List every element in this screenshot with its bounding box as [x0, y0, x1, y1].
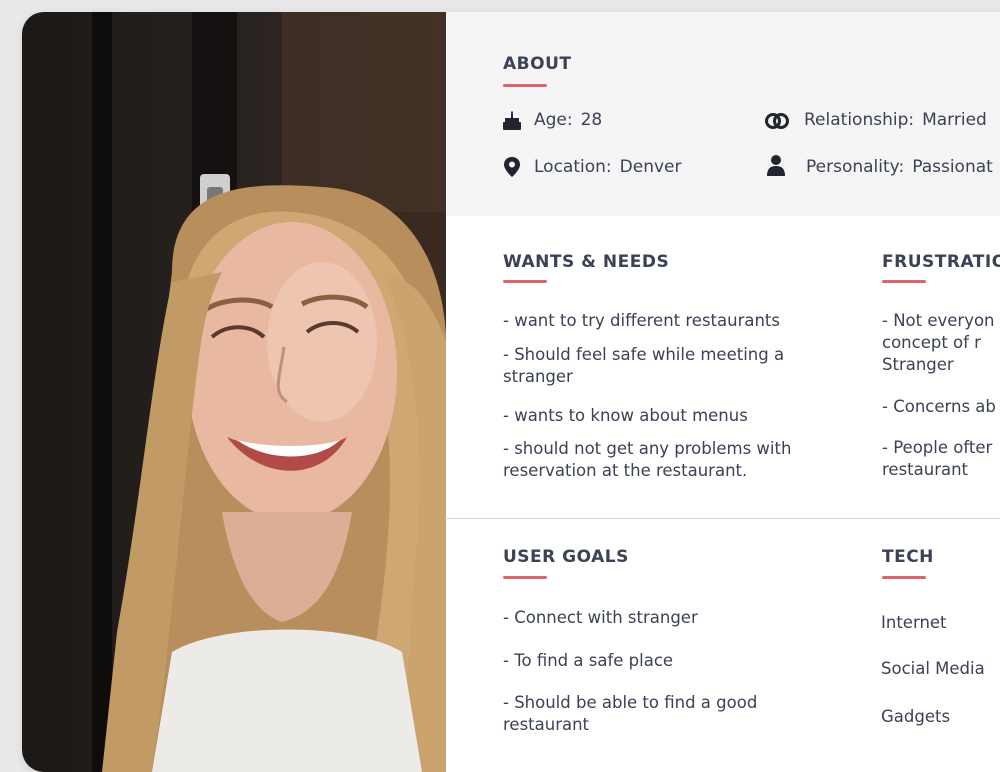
tech-item: Internet	[881, 613, 947, 632]
frustrations-underline	[882, 280, 926, 283]
persona-photo-illustration	[92, 12, 446, 772]
age-attribute: Age: 28	[534, 110, 602, 130]
location-label: Location:	[534, 157, 612, 177]
frustrations-item: - Not everyon concept of r Stranger	[882, 311, 995, 374]
relationship-value: Married	[922, 110, 987, 130]
wants-item: - want to try different restaurants	[503, 311, 780, 330]
person-icon	[767, 155, 785, 176]
wants-needs-underline	[503, 280, 547, 283]
relationship-label: Relationship:	[804, 110, 915, 130]
frustrations-item: - People ofter restaurant	[882, 438, 993, 479]
age-value: 28	[580, 110, 603, 130]
persona-photo	[22, 12, 446, 772]
frustrations-item: - Concerns ab	[882, 397, 996, 416]
goals-item: - Should be able to find a good restaura…	[503, 693, 758, 734]
user-goals-title: USER GOALS	[503, 547, 629, 567]
location-attribute: Location: Denver	[534, 157, 681, 177]
section-divider	[445, 518, 1000, 519]
goals-item: - To find a safe place	[503, 651, 674, 670]
content-panel	[446, 216, 1000, 772]
personality-attribute: Personality: Passionat	[806, 157, 993, 177]
frustrations-title: FRUSTRATION	[882, 252, 1000, 272]
user-goals-underline	[503, 576, 547, 579]
wants-item: - should not get any problems with reser…	[503, 439, 792, 480]
wants-item: - Should feel safe while meeting a stran…	[503, 345, 785, 386]
location-pin-icon	[504, 157, 520, 177]
about-underline	[503, 84, 547, 87]
goals-item: - Connect with stranger	[503, 608, 698, 627]
personality-label: Personality:	[806, 157, 905, 177]
wants-needs-title: WANTS & NEEDS	[503, 252, 670, 272]
tech-underline	[882, 576, 926, 579]
relationship-attribute: Relationship: Married	[804, 110, 987, 130]
tech-item: Gadgets	[881, 707, 951, 726]
rings-icon	[765, 113, 789, 129]
tech-item: Social Media	[881, 659, 985, 678]
wants-item: - wants to know about menus	[503, 406, 748, 425]
about-title: ABOUT	[503, 54, 572, 74]
birthday-cake-icon	[503, 111, 521, 130]
personality-value: Passionat	[912, 157, 993, 177]
age-label: Age:	[534, 110, 573, 130]
location-value: Denver	[619, 157, 682, 177]
tech-title: TECH	[882, 547, 934, 567]
